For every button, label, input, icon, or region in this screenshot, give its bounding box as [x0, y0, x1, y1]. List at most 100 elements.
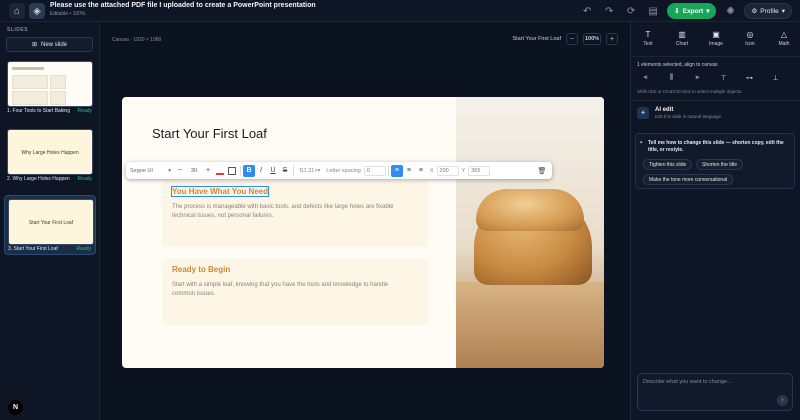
slide-title[interactable]: Start Your First Loaf [152, 126, 267, 141]
text-icon: T [645, 30, 651, 39]
chevron-down-icon: ▾ [706, 8, 710, 15]
export-label: Export [682, 7, 704, 15]
line-height-select[interactable]: ⇅ 1.21× ▾ [296, 165, 323, 177]
ai-prompt-box: ↑ [637, 373, 793, 411]
chevron-down-icon: ▾ [781, 8, 785, 15]
box-body[interactable]: Start with a simple loaf, knowing that y… [172, 281, 402, 299]
zoom-in-button[interactable]: + [606, 33, 618, 45]
slide-thumbnail-2[interactable]: Why Large Holes Happen 2. Why Large Hole… [4, 126, 96, 186]
slide-thumbnail-3[interactable]: Start Your First Loaf 3. Start Your Firs… [4, 195, 96, 255]
suggestion-chip[interactable]: Shorten the title [696, 159, 744, 170]
suggestion-chip[interactable]: Make the tone more conversational [643, 174, 734, 185]
image-icon: ▣ [712, 30, 720, 39]
right-panel: T Text ▥ Chart ▣ Image ◎ Icon △ Math 1 e… [630, 22, 800, 420]
delete-icon[interactable]: 🗑 [536, 165, 548, 177]
x-position-input[interactable]: 200 [436, 165, 459, 176]
insert-text-button[interactable]: T Text [633, 30, 663, 47]
divider [387, 165, 389, 176]
align-left-icon[interactable]: ⫷ [637, 71, 654, 84]
slides-panel: SLIDES ⊞ New slide 1. Four Tools to Star… [0, 22, 100, 420]
bread-photo[interactable] [456, 97, 604, 368]
y-position-input[interactable]: 365 [468, 165, 491, 176]
align-center-icon[interactable]: ⫼ [663, 71, 680, 84]
tool-label: Image [709, 41, 723, 47]
text-color-swatch [216, 172, 224, 175]
ai-prompt-input[interactable] [643, 379, 773, 385]
refresh-icon[interactable]: ⟳ [623, 3, 639, 19]
x-label: X [429, 167, 434, 174]
suggestion-chip[interactable]: Tighten this slide [643, 159, 693, 170]
icon-icon: ◎ [746, 30, 754, 39]
undo-icon[interactable]: ↶ [579, 3, 595, 19]
divider [293, 165, 294, 176]
content-box-2[interactable]: Ready to Begin Start with a simple loaf,… [162, 259, 428, 325]
app-logo[interactable]: N [8, 400, 23, 415]
insert-chart-button[interactable]: ▥ Chart [667, 30, 697, 47]
slide-label: 2. Why Large Holes Happen [7, 176, 70, 182]
slide-canvas[interactable]: Start Your First Loaf You Have What You … [122, 97, 604, 368]
insert-icon-button[interactable]: ◎ Icon [735, 30, 765, 47]
fill-color-swatch [228, 166, 236, 175]
ai-message: Tell me how to change this slide — short… [648, 140, 784, 153]
fill-color-button[interactable] [226, 165, 238, 177]
font-size-increase-button[interactable]: + [202, 165, 214, 177]
text-color-button[interactable] [214, 165, 226, 177]
sparkle-icon: ✦ [639, 140, 644, 146]
insert-image-button[interactable]: ▣ Image [701, 30, 731, 47]
font-size-value[interactable]: 30 [186, 165, 202, 177]
zoom-out-button[interactable]: − [566, 33, 578, 45]
redo-icon[interactable]: ↷ [601, 3, 617, 19]
ai-edit-header: ✦ AI edit Edit this slide in natural lan… [637, 107, 721, 119]
italic-button[interactable]: I [255, 165, 267, 177]
content-box-1[interactable]: You Have What You Need The process is ma… [162, 181, 428, 247]
thumb-box [12, 75, 48, 89]
tool-label: Chart [675, 41, 689, 47]
box-heading[interactable]: You Have What You Need [170, 186, 270, 197]
slide-thumbnail-image [7, 61, 93, 107]
save-icon[interactable]: ▤ [645, 3, 661, 19]
thumb-box [12, 91, 48, 105]
strikethrough-button[interactable]: S [279, 165, 291, 177]
align-right-button[interactable]: ≡ [415, 165, 427, 177]
layers-icon[interactable]: ◈ [29, 3, 45, 19]
export-button[interactable]: ⇩ Export ▾ [667, 3, 717, 19]
ai-edit-title: AI edit [655, 107, 674, 113]
math-icon: △ [780, 30, 788, 39]
chevron-down-icon: ▾ [317, 167, 321, 174]
align-middle-icon[interactable]: ⊶ [741, 71, 758, 84]
box-heading[interactable]: Ready to Begin [172, 265, 230, 274]
current-slide-name: Start Your First Loaf [512, 36, 561, 42]
slide-thumbnail-image: Start Your First Loaf [8, 199, 94, 245]
font-family-select[interactable]: Segoe UI ▾ [126, 165, 174, 177]
align-center-button[interactable]: ≡ [403, 165, 415, 177]
slide-thumbnail-image: Why Large Holes Happen [7, 129, 93, 175]
bold-button[interactable]: B [243, 164, 255, 177]
profile-button[interactable]: ⚙ Profile ▾ [744, 3, 792, 19]
font-size-decrease-button[interactable]: − [174, 165, 186, 177]
new-slide-button[interactable]: ⊞ New slide [6, 37, 93, 52]
slide-thumbnail-1[interactable]: 1. Four Tools to Start Baking Ready [4, 58, 96, 118]
letter-spacing-input[interactable]: 0 [363, 165, 386, 176]
box-body[interactable]: The process is manageable with basic too… [172, 203, 402, 221]
zoom-bar: Start Your First Loaf − 100% + [512, 33, 618, 45]
send-arrow-icon[interactable]: ↑ [777, 395, 788, 406]
theme-icon[interactable]: ✺ [722, 3, 738, 19]
insert-math-button[interactable]: △ Math [769, 30, 799, 47]
sparkle-icon: ✦ [637, 107, 649, 119]
tool-label: Text [643, 41, 653, 47]
home-icon[interactable]: ⌂ [9, 3, 25, 19]
thumb-text: Start Your First Loaf [28, 220, 74, 226]
underline-button[interactable]: U [267, 165, 279, 177]
bread-crust [476, 189, 584, 231]
align-top-icon[interactable]: ⊤ [715, 71, 732, 84]
align-right-icon[interactable]: ⫸ [689, 71, 706, 84]
selection-info: 1 elements selected, align to canvas [637, 62, 718, 68]
top-actions: ↶ ↷ ⟳ ▤ ⇩ Export ▾ ✺ ⚙ Profile ▾ [579, 3, 792, 19]
export-icon: ⇩ [674, 8, 680, 15]
zoom-level[interactable]: 100% [583, 33, 601, 45]
align-bottom-icon[interactable]: ⊥ [767, 71, 784, 84]
profile-label: Profile [760, 7, 779, 15]
align-left-button[interactable]: ≡ [390, 164, 403, 177]
cutting-board [456, 282, 604, 368]
multi-select-hint: Shift-click or Cmd/Ctrl-click to select … [637, 89, 743, 94]
